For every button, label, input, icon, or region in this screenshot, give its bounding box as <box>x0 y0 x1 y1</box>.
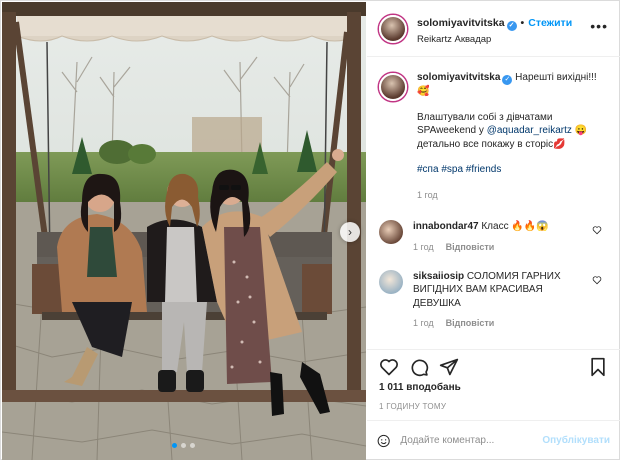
comment-bubble-icon[interactable] <box>409 357 429 377</box>
comment-content: innabondar47 Класс 🔥🔥😱 1 год Відповісти <box>413 220 573 252</box>
author-line: solomiyavitvitska ✓ • Стежити <box>417 17 572 31</box>
action-bar <box>367 349 620 382</box>
caption: solomiyavitvitska ✓ Нарешті вихідні!!!🥰 В… <box>379 71 608 202</box>
post-timestamp: 1 ГОДИНУ ТОМУ <box>379 402 447 411</box>
comment-item: innabondar47 Класс 🔥🔥😱 1 год Відповісти <box>379 220 608 252</box>
commenter-avatar[interactable] <box>379 220 403 244</box>
separator-dot: • <box>520 17 525 29</box>
comment-item: siksaiiosip СОЛОМИЯ ГАРНИХ ВИГІДНИХ ВАМ … <box>379 269 608 329</box>
comment-text: Класс 🔥🔥😱 <box>481 221 549 232</box>
comment-input[interactable] <box>400 435 533 446</box>
reply-button[interactable]: Відповісти <box>446 318 495 328</box>
more-horizontal-icon[interactable]: ••• <box>590 19 608 33</box>
comment-username[interactable]: siksaiiosip <box>413 271 464 282</box>
comment-meta: 1 год Відповісти <box>413 318 608 328</box>
commenter-avatar[interactable] <box>379 269 403 294</box>
carousel-indicator <box>172 443 195 448</box>
author-username[interactable]: solomiyavitvitska <box>417 17 505 29</box>
carousel-dot-3 <box>190 443 195 448</box>
comment-body: innabondar47 Класс 🔥🔥😱 <box>413 220 573 234</box>
caption-time: 1 год <box>417 189 438 200</box>
comment-body: siksaiiosip СОЛОМИЯ ГАРНИХ ВИГІДНИХ ВАМ … <box>413 270 608 311</box>
likes-count[interactable]: 1 011 вподобань <box>367 382 620 398</box>
caption-hashtags[interactable]: #спа #spa #friends <box>417 163 602 177</box>
carousel-next-button[interactable]: › <box>340 222 360 242</box>
comment-time: 1 год <box>413 318 434 328</box>
caption-body: solomiyavitvitska ✓ Нарешті вихідні!!!🥰 В… <box>417 71 608 202</box>
reply-button[interactable]: Відповісти <box>446 242 495 252</box>
caption-author-avatar[interactable] <box>379 73 407 101</box>
post-photo[interactable]: › <box>2 2 366 460</box>
comment-meta: 1 год Відповісти <box>413 242 573 252</box>
save-bookmark-icon[interactable] <box>588 357 608 377</box>
instagram-post: › solomiyavitvitska ✓ • Стежити Reikartz Ак… <box>0 0 620 460</box>
author-avatar[interactable] <box>379 15 407 43</box>
comments-section: solomiyavitvitska ✓ Нарешті вихідні!!!🥰 В… <box>367 57 620 349</box>
heart-outline-icon[interactable] <box>592 275 602 285</box>
post-side-panel: solomiyavitvitska ✓ • Стежити Reikartz Аква… <box>367 2 620 460</box>
emoji-smile-icon[interactable] <box>377 431 390 451</box>
comment-content: siksaiiosip СОЛОМИЯ ГАРНИХ ВИГІДНИХ ВАМ … <box>413 270 608 329</box>
add-comment-bar: Опублікувати <box>367 420 620 460</box>
heart-outline-icon[interactable] <box>592 225 602 235</box>
follow-button[interactable]: Стежити <box>528 17 572 29</box>
chevron-right-icon: › <box>348 225 352 239</box>
photo-illustration <box>2 2 366 460</box>
verified-badge-icon: ✓ <box>502 75 513 85</box>
caption-paragraph: Влаштували собі з дівчатами SPAweekend у… <box>417 111 602 152</box>
caption-mention-link[interactable]: @aquadar_reikartz <box>487 125 572 136</box>
post-location[interactable]: Reikartz Аквадар <box>417 34 491 45</box>
post-header: solomiyavitvitska ✓ • Стежити Reikartz Аква… <box>367 2 620 57</box>
like-heart-icon[interactable] <box>379 357 399 377</box>
caption-username[interactable]: solomiyavitvitska <box>417 72 500 83</box>
carousel-dot-2 <box>181 443 186 448</box>
verified-badge-icon: ✓ <box>506 21 517 31</box>
carousel-dot-1 <box>172 443 177 448</box>
comment-time: 1 год <box>413 241 434 252</box>
share-paper-plane-icon[interactable] <box>439 357 459 377</box>
publish-comment-button[interactable]: Опублікувати <box>542 435 610 446</box>
comment-username[interactable]: innabondar47 <box>413 221 479 232</box>
